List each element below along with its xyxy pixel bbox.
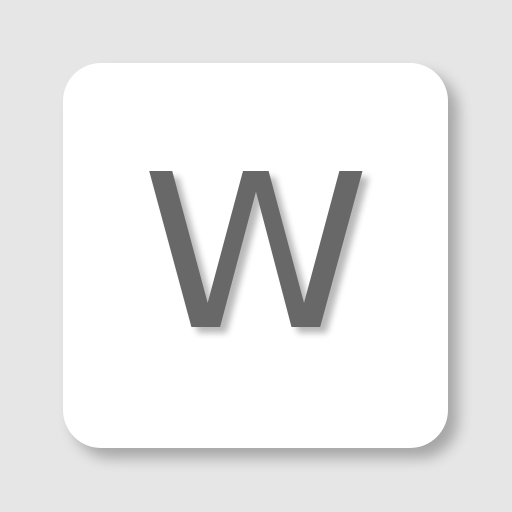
key-letter: W: [141, 129, 370, 378]
keyboard-key-w[interactable]: W: [63, 63, 448, 448]
